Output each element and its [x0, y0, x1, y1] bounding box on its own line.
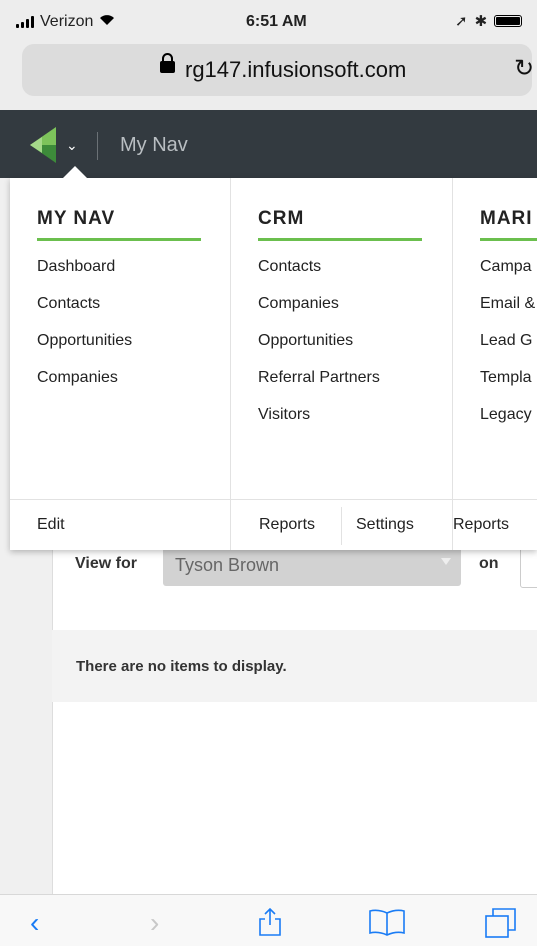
menu-item[interactable]: Opportunities [258, 332, 380, 369]
url-text: rg147.infusionsoft.com [185, 57, 407, 82]
view-for-label: View for [75, 555, 137, 572]
menu-item[interactable]: Email & [480, 295, 535, 332]
status-right: ➚ ✱ [455, 12, 523, 30]
menu-item[interactable]: Referral Partners [258, 369, 380, 406]
lock-icon [160, 53, 175, 73]
menu-item[interactable]: Contacts [37, 295, 132, 332]
heading-underline [258, 238, 422, 241]
edit-link[interactable]: Edit [37, 516, 65, 534]
view-for-select[interactable]: Tyson Brown [163, 546, 461, 586]
menu-item[interactable]: Visitors [258, 406, 380, 443]
on-label: on [479, 555, 499, 572]
wifi-icon [99, 13, 115, 31]
heading-underline [37, 238, 201, 241]
menu-list: Dashboard Contacts Opportunities Compani… [37, 258, 132, 406]
menu-item[interactable]: Opportunities [37, 332, 132, 369]
column-heading: MARI [480, 208, 533, 229]
location-icon: ➚ [455, 13, 468, 30]
bluetooth-icon: ✱ [474, 13, 488, 30]
status-time: 6:51 AM [246, 13, 307, 30]
column-heading: CRM [258, 208, 305, 229]
heading-underline [480, 238, 537, 241]
view-for-value: Tyson Brown [175, 555, 280, 575]
address-bar[interactable]: rg147.infusionsoft.com ↻ [22, 44, 534, 96]
tabs-icon[interactable] [484, 907, 518, 946]
column-footer: Reports Settings [231, 499, 453, 550]
column-footer: Edit [10, 499, 230, 550]
menu-item[interactable]: Legacy [480, 406, 535, 443]
status-bar: Verizon 6:51 AM ➚ ✱ [0, 0, 537, 34]
reports-link[interactable]: Reports [453, 516, 509, 534]
battery-icon [494, 15, 523, 27]
signal-icon [16, 16, 34, 28]
bookmarks-icon[interactable] [368, 907, 406, 944]
menu-column-marketing: MARI Campa Email & Lead G Templa Legacy … [452, 178, 537, 550]
menu-column-crm: CRM Contacts Companies Opportunities Ref… [230, 178, 453, 550]
nav-title: My Nav [120, 134, 188, 156]
empty-message: There are no items to display. [76, 658, 287, 675]
menu-item[interactable]: Campa [480, 258, 535, 295]
empty-state: There are no items to display. [52, 630, 537, 702]
nav-dropdown-menu: MY NAV Dashboard Contacts Opportunities … [10, 178, 537, 550]
menu-list: Contacts Companies Opportunities Referra… [258, 258, 380, 443]
reload-icon[interactable]: ↻ [514, 54, 534, 83]
menu-item[interactable]: Companies [258, 295, 380, 332]
menu-list: Campa Email & Lead G Templa Legacy [480, 258, 535, 443]
header-divider [97, 132, 98, 160]
menu-pointer [62, 166, 88, 179]
menu-item[interactable]: Templa [480, 369, 535, 406]
menu-item[interactable]: Contacts [258, 258, 380, 295]
forward-icon[interactable]: › [150, 907, 159, 939]
chevron-down-icon[interactable]: ⌄ [66, 137, 78, 154]
menu-item[interactable]: Companies [37, 369, 132, 406]
menu-item[interactable]: Lead G [480, 332, 535, 369]
carrier-info: Verizon [16, 13, 115, 31]
date-input[interactable] [520, 546, 537, 588]
chevron-down-icon [441, 558, 451, 565]
column-footer: Reports [453, 499, 537, 550]
settings-link[interactable]: Settings [356, 516, 414, 534]
footer-divider [341, 507, 342, 545]
column-heading: MY NAV [37, 208, 116, 229]
reports-link[interactable]: Reports [259, 516, 315, 534]
menu-item[interactable]: Dashboard [37, 258, 132, 295]
share-icon[interactable] [258, 907, 282, 944]
menu-column-my-nav: MY NAV Dashboard Contacts Opportunities … [10, 178, 230, 550]
carrier-label: Verizon [40, 13, 94, 30]
browser-toolbar: ‹ › [0, 894, 537, 946]
app-logo-icon[interactable] [30, 123, 60, 170]
back-icon[interactable]: ‹ [30, 907, 39, 939]
